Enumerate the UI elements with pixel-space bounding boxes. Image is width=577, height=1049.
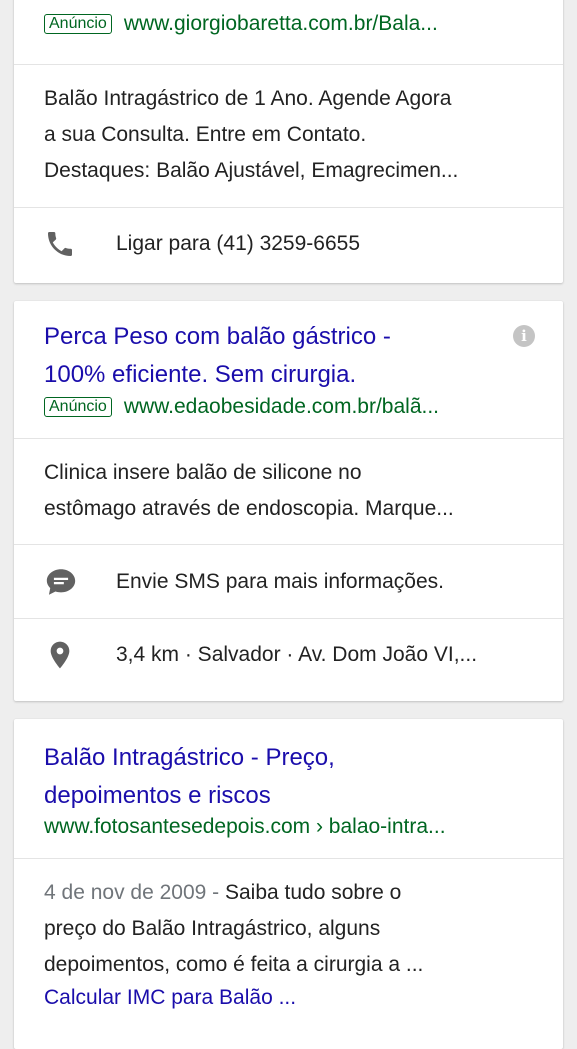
sms-text: Envie SMS para mais informações. <box>116 569 444 593</box>
ad-description: Balão Intragástrico de 1 Ano. Agende Ago… <box>14 65 563 207</box>
ad-title-line[interactable]: 100% eficiente. Sem cirurgia. <box>44 356 533 394</box>
ad-url-line[interactable]: Anúncio www.giorgiobaretta.com.br/Bala..… <box>44 10 533 38</box>
display-url[interactable]: www.fotosantesedepois.com › balao-intra.… <box>44 813 446 841</box>
result-title-line[interactable]: depoimentos e riscos <box>44 777 533 815</box>
ad-card-giorgiobaretta: Anúncio www.giorgiobaretta.com.br/Bala..… <box>14 0 563 283</box>
ad-badge: Anúncio <box>44 397 112 417</box>
display-url[interactable]: www.edaobesidade.com.br/balã... <box>124 393 439 421</box>
url-section: Anúncio www.giorgiobaretta.com.br/Bala..… <box>14 0 563 44</box>
description-line: a sua Consulta. Entre em Contato. <box>44 123 367 146</box>
description-line: Balão Intragástrico de 1 Ano. Agende Ago… <box>44 87 452 110</box>
sitelink[interactable]: Calcular IMC para Balão ... <box>44 983 533 1013</box>
location-extension[interactable]: 3,4 km · Salvador · Av. Dom João VI,... <box>14 619 563 691</box>
ad-card-edaobesidade: i Perca Peso com balão gástrico - 100% e… <box>14 301 563 701</box>
description-line: estômago através de endoscopia. Marque..… <box>44 497 454 520</box>
call-extension[interactable]: Ligar para (41) 3259-6655 <box>14 208 563 280</box>
result-url[interactable]: www.fotosantesedepois.com › balao-intra.… <box>44 813 533 841</box>
ad-title-line[interactable]: Perca Peso com balão gástrico - <box>44 318 533 356</box>
ad-badge: Anúncio <box>44 14 112 34</box>
title-section: Perca Peso com balão gástrico - 100% efi… <box>14 301 563 421</box>
call-text: Ligar para (41) 3259-6655 <box>116 232 361 255</box>
result-snippet: 4 de nov de 2009 - Saiba tudo sobre o pr… <box>14 859 563 1013</box>
display-url[interactable]: www.giorgiobaretta.com.br/Bala... <box>124 10 438 38</box>
organic-result-card: Balão Intragástrico - Preço, depoimentos… <box>14 719 563 1049</box>
result-title-line[interactable]: Balão Intragástrico - Preço, <box>44 739 533 777</box>
map-pin-icon <box>44 639 86 671</box>
phone-icon <box>44 228 86 260</box>
result-date: 4 de nov de 2009 - <box>44 881 225 904</box>
message-icon <box>44 566 86 598</box>
location-text: 3,4 km · Salvador · Av. Dom João VI,... <box>116 643 478 666</box>
snippet-line: depoimentos, como é feita a cirurgia a .… <box>44 953 424 976</box>
ad-url-line[interactable]: Anúncio www.edaobesidade.com.br/balã... <box>44 393 533 421</box>
title-section: Balão Intragástrico - Preço, depoimentos… <box>14 719 563 841</box>
description-line: Clinica insere balão de silicone no <box>44 461 362 484</box>
snippet-line: 4 de nov de 2009 - Saiba tudo sobre o <box>44 875 533 911</box>
description-line: Destaques: Balão Ajustável, Emagrecimen.… <box>44 159 459 182</box>
sms-extension[interactable]: Envie SMS para mais informações. <box>14 545 563 618</box>
snippet-line: preço do Balão Intragástrico, alguns <box>44 917 381 940</box>
ad-description: Clinica insere balão de silicone no estô… <box>14 439 563 544</box>
snippet-text: Saiba tudo sobre o <box>224 881 402 904</box>
